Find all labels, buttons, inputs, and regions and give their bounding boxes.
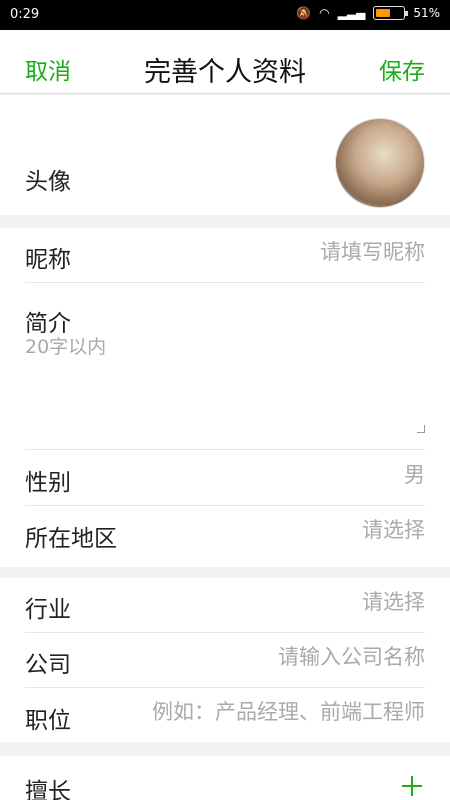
skills-label: 擅长 bbox=[25, 779, 71, 800]
avatar-label: 头像 bbox=[25, 169, 71, 195]
add-skill-plus-icon[interactable] bbox=[402, 776, 422, 796]
position-row[interactable]: 职位 例如：产品经理、前端工程师 bbox=[25, 688, 425, 743]
nickname-row[interactable]: 昵称 请填写昵称 bbox=[25, 228, 425, 283]
industry-label: 行业 bbox=[25, 597, 71, 623]
industry-value[interactable]: 请选择 bbox=[362, 586, 425, 616]
avatar[interactable] bbox=[335, 118, 425, 208]
wifi-icon: ◠ bbox=[319, 6, 330, 20]
industry-row[interactable]: 行业 请选择 bbox=[25, 578, 425, 633]
region-value[interactable]: 请选择 bbox=[362, 514, 425, 544]
intro-textarea[interactable]: 20字以内 bbox=[25, 332, 106, 359]
signal-icon: ▂▃▄ bbox=[337, 6, 366, 20]
company-input[interactable]: 请输入公司名称 bbox=[278, 641, 425, 671]
region-label: 所在地区 bbox=[25, 526, 117, 552]
status-time: 0:29 bbox=[10, 7, 40, 22]
position-input[interactable]: 例如：产品经理、前端工程师 bbox=[152, 696, 425, 726]
gender-row[interactable]: 性别 男 bbox=[25, 451, 425, 506]
nickname-input[interactable]: 请填写昵称 bbox=[320, 236, 425, 266]
mute-icon: 🔕 bbox=[296, 6, 312, 20]
company-label: 公司 bbox=[25, 652, 71, 678]
nickname-label: 昵称 bbox=[25, 247, 71, 273]
intro-divider bbox=[25, 395, 425, 450]
battery-percent: 51% bbox=[413, 6, 440, 20]
battery-icon bbox=[373, 6, 409, 20]
status-icons: 🔕 ◠ ▂▃▄ 51% bbox=[296, 6, 440, 20]
region-row[interactable]: 所在地区 请选择 bbox=[25, 506, 425, 561]
company-row[interactable]: 公司 请输入公司名称 bbox=[25, 633, 425, 688]
gender-value[interactable]: 男 bbox=[404, 459, 425, 489]
save-button[interactable]: 保存 bbox=[379, 52, 425, 86]
status-bar: 0:29 🔕 ◠ ▂▃▄ 51% bbox=[0, 0, 450, 30]
position-label: 职位 bbox=[25, 708, 71, 734]
nav-bar: 取消 完善个人资料 保存 bbox=[0, 30, 450, 94]
gender-label: 性别 bbox=[25, 470, 71, 496]
